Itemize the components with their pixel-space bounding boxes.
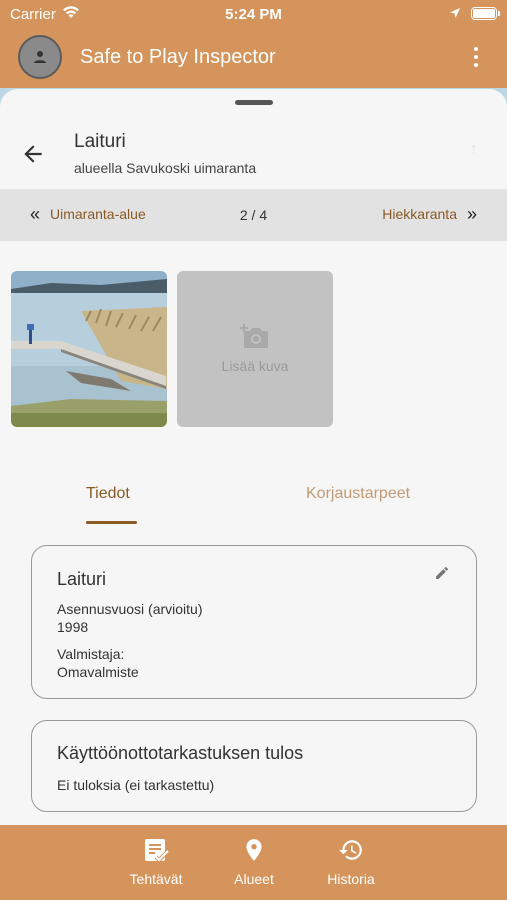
nav-history[interactable]: Historia bbox=[306, 825, 396, 900]
avatar[interactable] bbox=[18, 35, 62, 79]
clock: 5:24 PM bbox=[225, 6, 282, 23]
add-photo-label: Lisää kuva bbox=[221, 358, 289, 374]
details-card: Laituri Asennusvuosi (arvioitu) 1998 Val… bbox=[31, 545, 477, 699]
details-card-title: Laituri bbox=[57, 569, 107, 589]
item-title: Laituri bbox=[74, 131, 126, 152]
nav-history-label: Historia bbox=[327, 871, 375, 887]
bottom-navigation: Tehtävät Alueet Historia bbox=[0, 825, 507, 900]
battery-icon bbox=[471, 7, 500, 20]
manufacturer-label: Valmistaja: bbox=[57, 646, 125, 662]
nav-tasks[interactable]: Tehtävät bbox=[111, 825, 201, 900]
inspection-result-card: Käyttöönottotarkastuksen tulos Ei tuloks… bbox=[31, 720, 477, 812]
tab-repair-needs[interactable]: Korjaustarpeet bbox=[306, 485, 410, 503]
install-year-value: 1998 bbox=[57, 619, 89, 635]
nav-areas-label: Alueet bbox=[234, 871, 274, 887]
sheet-drag-handle[interactable] bbox=[235, 100, 273, 105]
app-bar: Safe to Play Inspector bbox=[0, 28, 507, 88]
install-year-label: Asennusvuosi (arvioitu) bbox=[57, 601, 203, 617]
next-item-label: Hiekkaranta bbox=[382, 206, 457, 222]
next-item-button[interactable]: Hiekkaranta » bbox=[382, 204, 477, 224]
inspection-result-text: Ei tuloksia (ei tarkastettu) bbox=[57, 777, 215, 793]
location-arrow-icon bbox=[449, 6, 461, 23]
task-list-icon bbox=[145, 839, 169, 863]
active-tab-indicator bbox=[86, 521, 137, 524]
add-photo-icon bbox=[240, 324, 268, 348]
arrow-up-icon: ↑ bbox=[470, 141, 478, 158]
item-photo[interactable] bbox=[11, 271, 167, 427]
app-title: Safe to Play Inspector bbox=[80, 46, 276, 68]
item-navigator: « Uimaranta-alue 2 / 4 Hiekkaranta » bbox=[0, 189, 507, 241]
arrow-back-icon bbox=[24, 145, 42, 163]
back-button[interactable] bbox=[20, 141, 46, 167]
item-subtitle: alueella Savukoski uimaranta bbox=[74, 160, 257, 176]
double-chevron-right-icon: » bbox=[466, 204, 477, 224]
status-bar: Carrier 5:24 PM bbox=[0, 0, 507, 28]
more-vert-icon[interactable] bbox=[466, 44, 486, 70]
add-photo-button[interactable]: Lisää kuva bbox=[177, 271, 333, 427]
inspection-card-title: Käyttöönottotarkastuksen tulos bbox=[57, 743, 304, 763]
location-pin-icon bbox=[246, 839, 262, 861]
tab-details[interactable]: Tiedot bbox=[86, 485, 130, 503]
person-icon bbox=[34, 51, 46, 63]
manufacturer-value: Omavalmiste bbox=[57, 664, 139, 680]
edit-icon[interactable] bbox=[434, 565, 450, 586]
nav-tasks-label: Tehtävät bbox=[129, 871, 183, 887]
item-sheet: Laituri alueella Savukoski uimaranta ↑ «… bbox=[0, 89, 507, 825]
history-icon bbox=[339, 840, 362, 860]
nav-areas[interactable]: Alueet bbox=[209, 825, 299, 900]
